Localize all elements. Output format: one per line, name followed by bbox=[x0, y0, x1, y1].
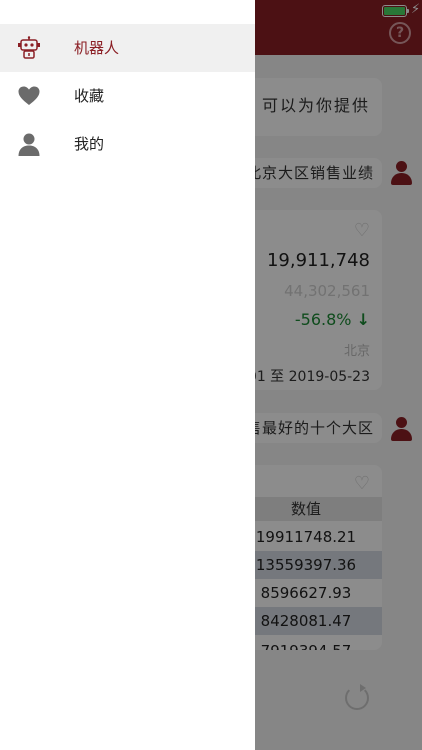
drawer-item-robot[interactable]: 机器人 bbox=[0, 24, 255, 72]
robot-icon bbox=[18, 36, 40, 59]
user-icon bbox=[18, 133, 40, 156]
drawer-item-mine[interactable]: 我的 bbox=[0, 120, 255, 168]
drawer-item-label: 机器人 bbox=[74, 39, 120, 57]
heart-icon bbox=[18, 86, 40, 105]
drawer-item-label: 收藏 bbox=[74, 87, 105, 105]
drawer-item-favorites[interactable]: 收藏 bbox=[0, 72, 255, 120]
side-drawer: 机器人 收藏 我的 bbox=[0, 0, 255, 750]
drawer-item-label: 我的 bbox=[74, 135, 105, 153]
